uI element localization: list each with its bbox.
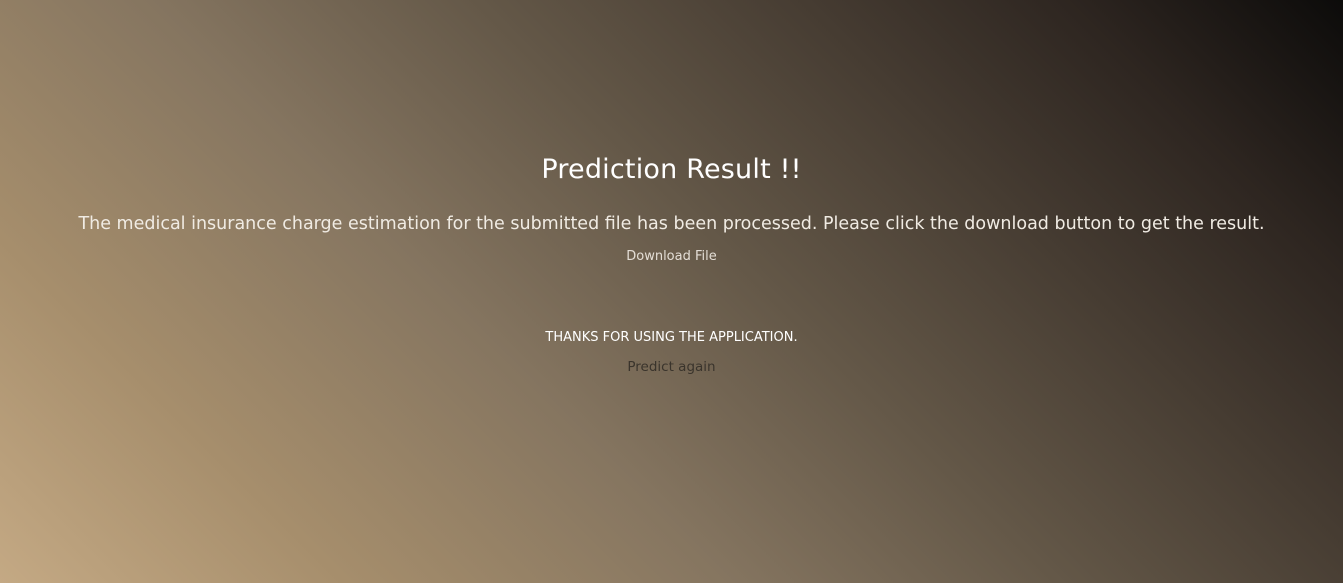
predict-again-link[interactable]: Predict again [627, 359, 715, 375]
predict-again-container: Predict again [0, 359, 1343, 375]
thanks-message: THANKS FOR USING THE APPLICATION. [545, 330, 798, 345]
page-title: Prediction Result !! [541, 154, 802, 185]
download-file-link[interactable]: Download File [626, 249, 717, 264]
download-file-container: Download File [0, 249, 1343, 264]
result-message: The medical insurance charge estimation … [78, 214, 1265, 234]
result-page: Prediction Result !! The medical insuran… [0, 0, 1343, 583]
